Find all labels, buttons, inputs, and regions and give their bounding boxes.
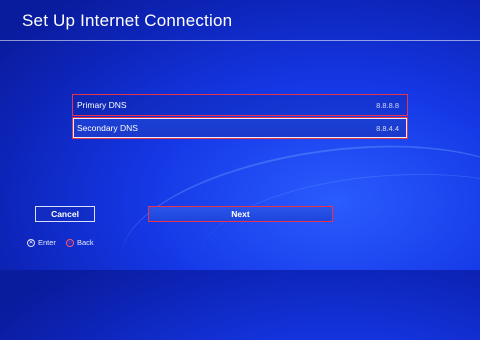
secondary-dns-label: Secondary DNS (77, 123, 138, 133)
next-button[interactable]: Next (148, 206, 333, 222)
circle-button-icon: ○ (65, 238, 74, 247)
secondary-dns-row[interactable]: Secondary DNS 8.8.4.4 (72, 117, 408, 139)
page-title: Set Up Internet Connection (22, 11, 233, 30)
cancel-button[interactable]: Cancel (35, 206, 95, 222)
enter-hint-label: Enter (38, 238, 56, 247)
back-hint-label: Back (76, 238, 94, 247)
primary-dns-label: Primary DNS (77, 100, 127, 110)
controller-hints: ✕ Enter ○ Back (27, 238, 104, 247)
cross-button-icon: ✕ (27, 238, 35, 247)
dns-settings-list: Primary DNS 8.8.8.8 Secondary DNS 8.8.4.… (72, 94, 408, 139)
enter-hint: ✕ Enter (27, 238, 56, 247)
secondary-dns-value: 8.8.4.4 (376, 123, 399, 133)
header-divider (0, 40, 480, 41)
back-hint[interactable]: ○ Back (65, 238, 94, 247)
primary-dns-value: 8.8.8.8 (376, 100, 399, 110)
primary-dns-row[interactable]: Primary DNS 8.8.8.8 (72, 94, 408, 116)
